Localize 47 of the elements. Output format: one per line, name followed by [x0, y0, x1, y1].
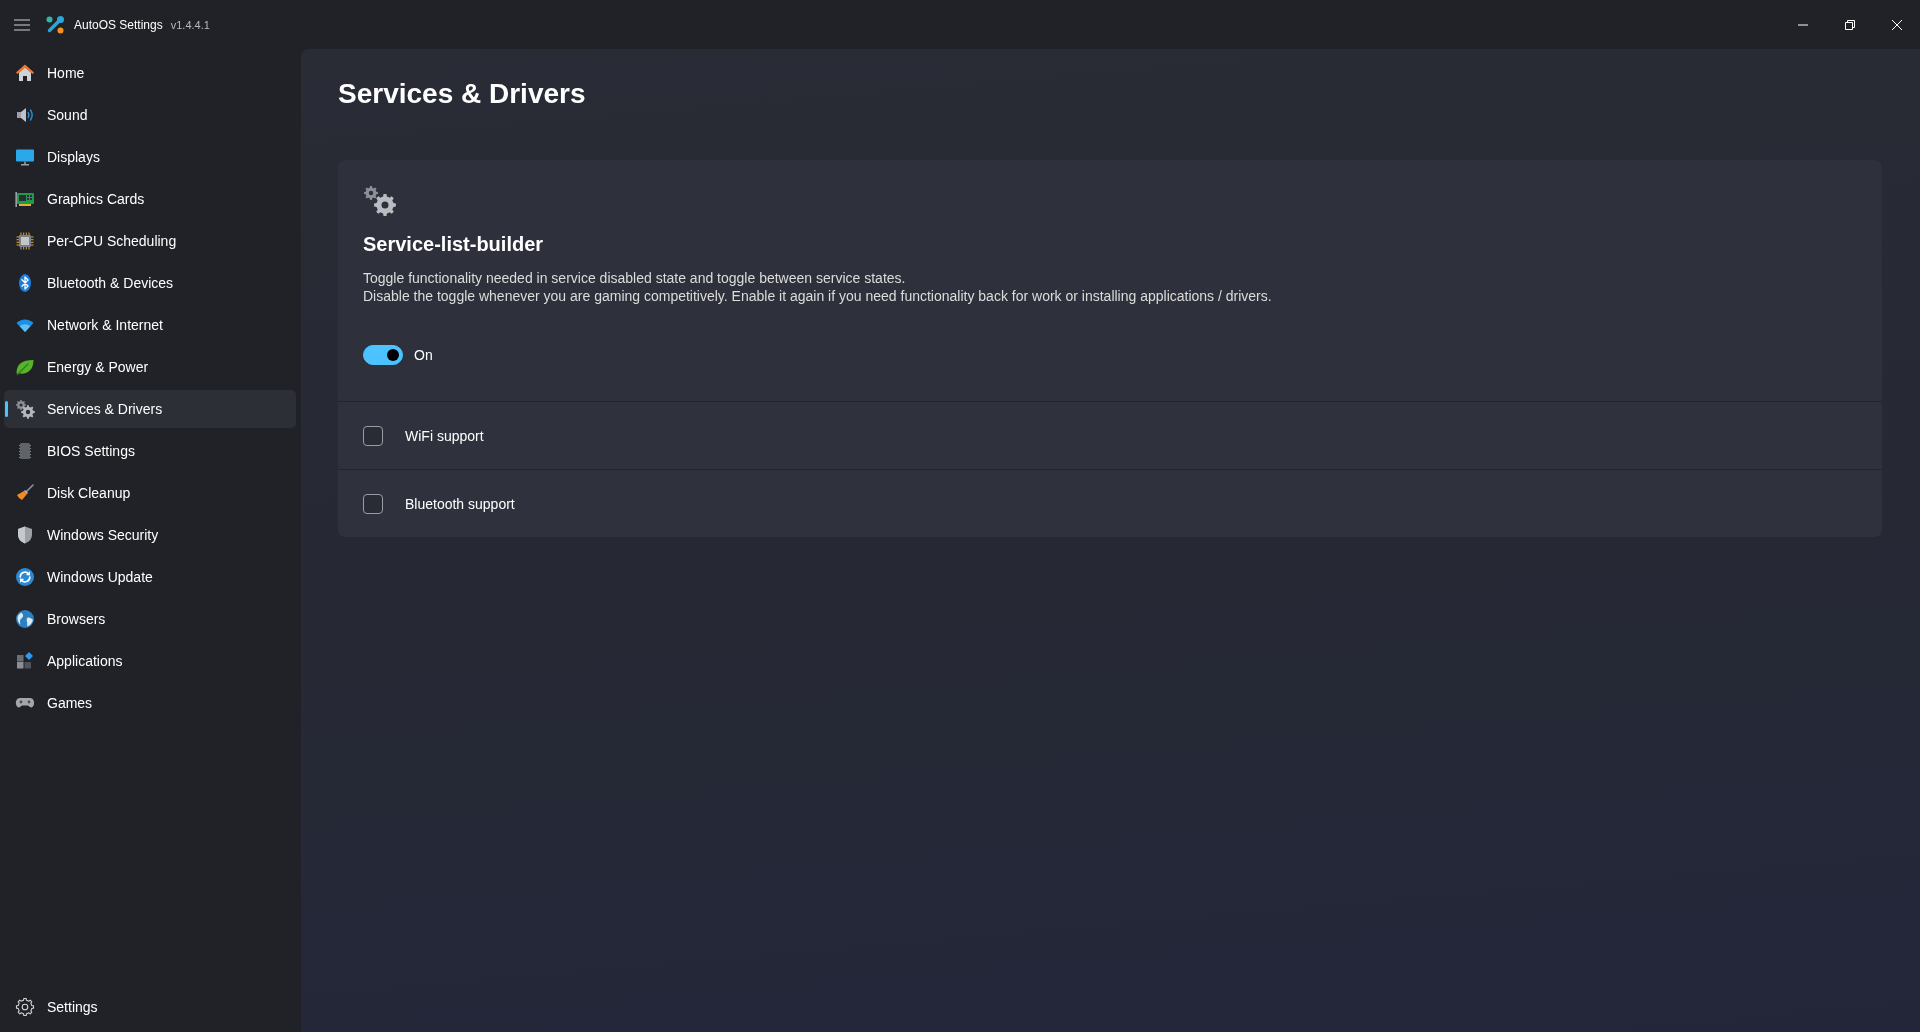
restore-icon: [1844, 19, 1855, 30]
sidebar-item[interactable]: Energy & Power: [4, 348, 296, 386]
sidebar-item[interactable]: Bluetooth & Devices: [4, 264, 296, 302]
sidebar-item[interactable]: Services & Drivers: [4, 390, 296, 428]
menu-icon: [14, 18, 30, 31]
monitor-icon: [15, 147, 35, 167]
checkbox[interactable]: [363, 425, 383, 446]
sidebar-item[interactable]: Displays: [4, 138, 296, 176]
option-label: WiFi support: [405, 427, 484, 444]
leaf-icon: [15, 357, 35, 377]
option-label: Bluetooth support: [405, 495, 515, 512]
sidebar-item[interactable]: Per-CPU Scheduling: [4, 222, 296, 260]
settings-icon: [15, 997, 35, 1017]
gears-icon: [363, 185, 397, 217]
sidebar-item[interactable]: Disk Cleanup: [4, 474, 296, 512]
description-text: Disable the toggle whenever you are gaming competitively. Enable it again if you need functionality back for work or installing applications / drivers.: [363, 287, 1273, 305]
checkbox[interactable]: [363, 493, 383, 514]
card-title: Service-list-builder: [363, 232, 545, 257]
shield-icon: [15, 525, 35, 545]
sidebar-item[interactable]: Browsers: [4, 600, 296, 638]
refresh-icon: [15, 567, 35, 587]
sidebar-item[interactable]: Sound: [4, 96, 296, 134]
wrench-logo-icon: [45, 14, 65, 35]
tiles-icon: [15, 651, 35, 671]
app-version: v1.4.4.1: [170, 18, 210, 31]
settings-nav-item[interactable]: Settings: [4, 988, 296, 1026]
sidebar-item[interactable]: Graphics Cards: [4, 180, 296, 218]
sidebar-item[interactable]: Home: [4, 54, 296, 92]
description-text: Toggle functionality needed in service disabled state and toggle between service states.: [363, 269, 907, 287]
sidebar-item[interactable]: BIOS Settings: [4, 432, 296, 470]
toggle-switch[interactable]: [363, 345, 403, 365]
speaker-icon: [15, 105, 35, 125]
app-title: AutoOS Settings: [74, 17, 163, 32]
page-title: Services & Drivers: [338, 77, 587, 111]
chip-icon: [15, 231, 35, 251]
sidebar-item[interactable]: Windows Security: [4, 516, 296, 554]
gears-icon: [15, 399, 35, 419]
brush-icon: [15, 483, 35, 503]
sidebar-item[interactable]: Games: [4, 684, 296, 722]
sidebar-item[interactable]: Applications: [4, 642, 296, 680]
house-icon: [15, 63, 35, 83]
sidebar-item[interactable]: Windows Update: [4, 558, 296, 596]
close-icon: [1891, 19, 1902, 30]
circuit-board-icon: [15, 189, 35, 209]
toggle-label: On: [414, 347, 433, 363]
globe-icon: [15, 609, 35, 629]
sidebar-item[interactable]: Network & Internet: [4, 306, 296, 344]
